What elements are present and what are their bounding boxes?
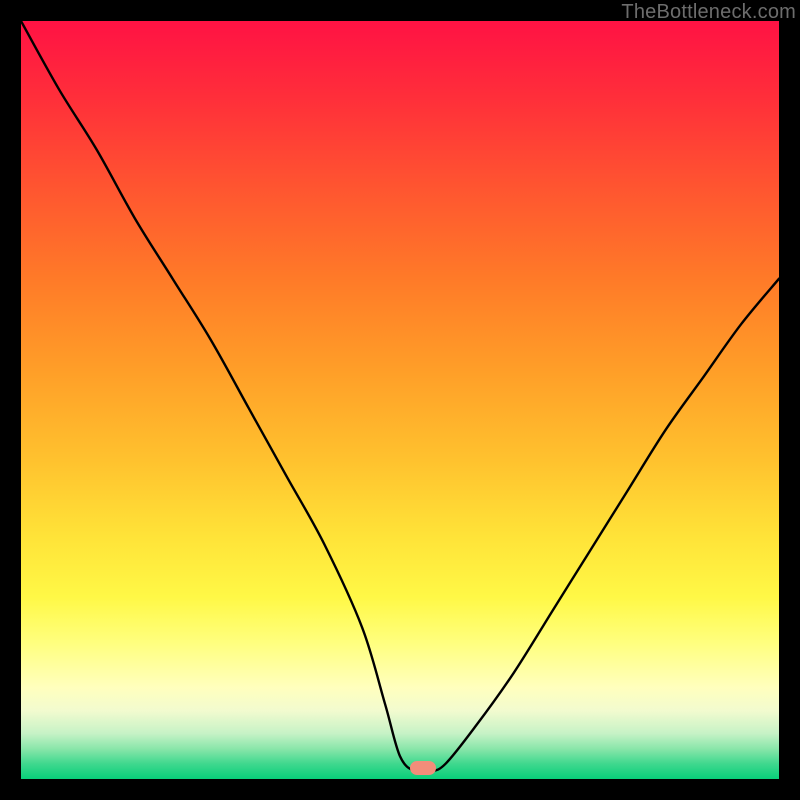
optimal-marker [410,761,436,775]
plot-area [21,21,779,779]
chart-frame: TheBottleneck.com [0,0,800,800]
watermark-text: TheBottleneck.com [621,1,796,24]
bottleneck-curve [21,21,779,779]
